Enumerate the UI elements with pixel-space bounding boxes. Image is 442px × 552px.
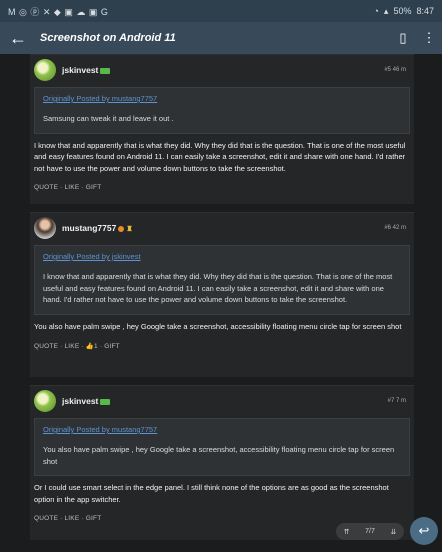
recognized-badge-icon xyxy=(118,225,125,232)
quote-block: Originally Posted by jskinvest I know th… xyxy=(34,245,410,315)
scroll-top-icon[interactable]: ⇈ xyxy=(344,528,350,536)
quote-block: Originally Posted by mustang7757 Samsung… xyxy=(34,87,410,134)
post-text: You also have palm swipe , hey Google ta… xyxy=(34,321,402,331)
notification-icons: M ◎ ⓟ ✕ ◆ ▣ ☁ ▣ G xyxy=(8,6,109,17)
app-bar: ← Screenshot on Android 11 ▯ ⋮ xyxy=(0,22,442,54)
quote-text: I know that and apparently that is what … xyxy=(43,272,393,304)
member-badge-icon xyxy=(100,67,111,74)
post-meta: #5 46 m xyxy=(384,67,406,73)
page-navigator: ⇈ 7/7 ⇊ xyxy=(336,523,404,540)
quote-text: Samsung can tweak it and leave it out . xyxy=(43,114,174,123)
quote-text: You also have palm swipe , hey Google ta… xyxy=(43,445,395,466)
post-text: Or I could use smart select in the edge … xyxy=(34,483,389,504)
avatar[interactable] xyxy=(34,390,56,412)
signal-icon: ▴ xyxy=(383,5,389,16)
scroll-bottom-icon[interactable]: ⇊ xyxy=(390,528,396,536)
wifi-icon: ◔ xyxy=(373,6,379,16)
thread-title: Screenshot on Android 11 xyxy=(40,32,176,44)
username[interactable]: jskinvest xyxy=(62,396,111,406)
post-actions[interactable]: QUOTE · LIKE · GIFT xyxy=(30,174,414,195)
award-icon: ♜ xyxy=(126,225,133,233)
quote-source-link[interactable]: Originally Posted by jskinvest xyxy=(43,252,401,261)
battery-percent: 50% xyxy=(393,6,412,16)
reply-icon[interactable]: ↩ xyxy=(410,517,438,545)
username[interactable]: mustang7757 ♜ xyxy=(62,223,133,233)
member-badge-icon xyxy=(100,398,111,405)
post-item: jskinvest #7 7 m Originally Posted by mu… xyxy=(30,385,414,540)
more-menu-icon[interactable]: ⋮ xyxy=(416,30,442,46)
post-actions[interactable]: QUOTE · LIKE · 👍1 · GIFT xyxy=(30,332,414,354)
post-meta: #6 42 m xyxy=(384,225,406,231)
post-item: mustang7757 ♜ #6 42 m Originally Posted b… xyxy=(30,212,414,377)
post-feed[interactable]: jskinvest #5 46 m Originally Posted by m… xyxy=(30,54,414,552)
clock: 8:47 xyxy=(416,6,434,16)
post-item: jskinvest #5 46 m Originally Posted by m… xyxy=(30,54,414,204)
post-text: I know that and apparently that is what … xyxy=(34,140,406,173)
quote-source-link[interactable]: Originally Posted by mustang7757 xyxy=(43,94,401,103)
avatar[interactable] xyxy=(34,217,56,239)
bookmark-icon[interactable]: ▯ xyxy=(390,30,416,46)
page-indicator[interactable]: 7/7 xyxy=(365,528,375,535)
username[interactable]: jskinvest xyxy=(62,65,111,75)
back-arrow-icon[interactable]: ← xyxy=(0,28,36,49)
quote-source-link[interactable]: Originally Posted by mustang7757 xyxy=(43,425,401,434)
post-meta: #7 7 m xyxy=(387,398,406,404)
avatar[interactable] xyxy=(34,59,56,81)
quote-block: Originally Posted by mustang7757 You als… xyxy=(34,418,410,476)
status-bar: M ◎ ⓟ ✕ ◆ ▣ ☁ ▣ G ◔ ▴ 50% 8:47 xyxy=(0,0,442,22)
